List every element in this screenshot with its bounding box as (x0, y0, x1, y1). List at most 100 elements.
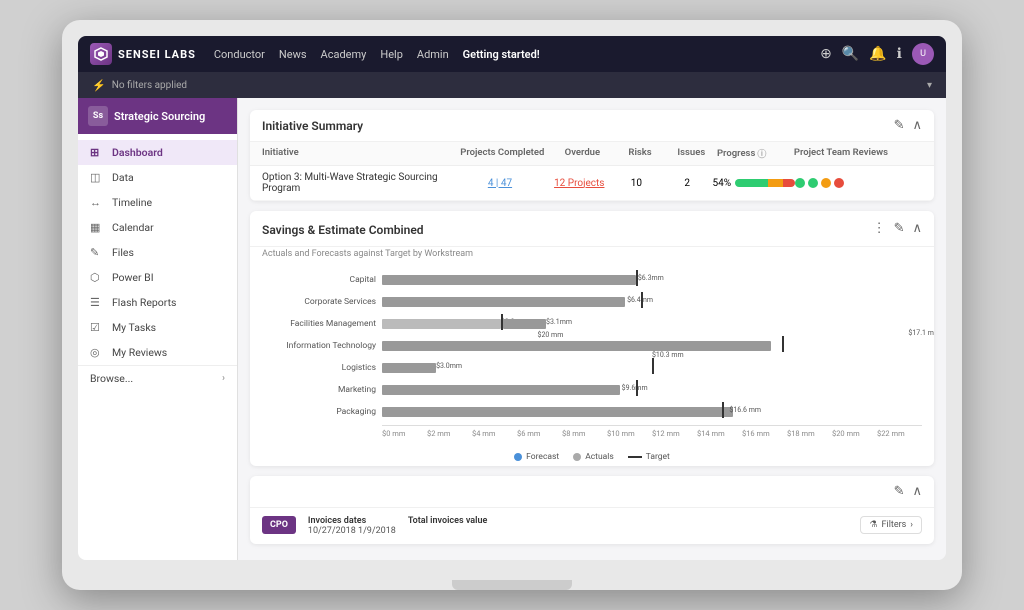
bar-label-marketing: $9.6mm (622, 384, 648, 392)
table-row: Option 3: Multi-Wave Strategic Sourcing … (250, 166, 934, 201)
user-avatar[interactable]: U (912, 43, 934, 65)
sidebar-item-my-reviews[interactable]: ◎ My Reviews (78, 340, 237, 365)
target-capital (636, 270, 638, 286)
sidebar-item-label: Data (112, 171, 134, 184)
logo-icon (90, 43, 112, 65)
initiative-summary-header: Initiative Summary ✎ ∧ (250, 110, 934, 142)
actuals-label: Actuals (585, 452, 614, 462)
logo-text: SENSEI LABS (118, 48, 196, 61)
chart-bars-facilities: $2.0mm $3.1mm (382, 317, 922, 331)
legend-target: Target (628, 452, 670, 462)
progress-red (783, 179, 795, 187)
bottom-card: ✎ ∧ CPO Invoices dates 10/27/2018 1/9/20… (250, 476, 934, 544)
nav-conductor[interactable]: Conductor (214, 48, 265, 61)
nav-getting-started[interactable]: Getting started! (463, 48, 540, 61)
filter-bar: ⚡ No filters applied ▾ (78, 72, 946, 98)
completed-link[interactable]: 4 | 47 (488, 178, 512, 189)
row-initiative: Option 3: Multi-Wave Strategic Sourcing … (262, 172, 452, 194)
table-header: Initiative Projects Completed Overdue Ri… (250, 142, 934, 166)
sidebar-nav: ⊞ Dashboard ◫ Data ↔ Timeline ▦ Calendar (78, 134, 237, 560)
th-risks: Risks (614, 147, 665, 160)
sidebar-item-powerbi[interactable]: ⬡ Power BI (78, 265, 237, 290)
x-tick-12: $12 mm (652, 429, 697, 438)
top-navigation: SENSEI LABS Conductor News Academy Help … (78, 36, 946, 72)
bottom-card-actions: ✎ ∧ (894, 484, 922, 499)
notification-icon[interactable]: 🔔 (869, 46, 886, 62)
overdue-link[interactable]: 12 Projects (554, 178, 604, 189)
sidebar-item-flash-reports[interactable]: ☰ Flash Reports (78, 290, 237, 315)
chart-label-facilities: Facilities Management (262, 319, 382, 329)
target-facilities (501, 314, 503, 330)
nav-admin[interactable]: Admin (417, 48, 449, 61)
nav-help[interactable]: Help (380, 48, 403, 61)
initiative-summary-card: Initiative Summary ✎ ∧ Initiative Projec… (250, 110, 934, 201)
nav-academy[interactable]: Academy (321, 48, 367, 61)
filters-chevron-icon: › (910, 520, 913, 530)
th-completed: Projects Completed (454, 147, 550, 160)
x-tick-18: $18 mm (787, 429, 832, 438)
edit-icon[interactable]: ✎ (894, 118, 905, 133)
sidebar-item-dashboard[interactable]: ⊞ Dashboard (78, 140, 237, 165)
sidebar-title: Strategic Sourcing (114, 110, 205, 123)
filter-text: No filters applied (112, 80, 187, 91)
chart-row-marketing: Marketing $9.6mm (262, 381, 922, 399)
data-icon: ◫ (90, 171, 104, 184)
review-dot-4 (834, 178, 844, 188)
search-icon[interactable]: 🔍 (842, 46, 859, 62)
calendar-icon: ▦ (90, 221, 104, 234)
chart-bars-packaging: $16.6 mm (382, 405, 922, 419)
sidebar-item-files[interactable]: ✎ Files (78, 240, 237, 265)
progress-info-icon[interactable]: ⓘ (757, 147, 766, 160)
powerbi-icon: ⬡ (90, 271, 104, 284)
sidebar-item-data[interactable]: ◫ Data (78, 165, 237, 190)
x-tick-4: $4 mm (472, 429, 517, 438)
logo[interactable]: SENSEI LABS (90, 43, 196, 65)
sidebar-item-label: Flash Reports (112, 296, 176, 309)
bar-facilities-1: $2.0mm (382, 319, 501, 329)
x-tick-16: $16 mm (742, 429, 787, 438)
edit-bottom-icon[interactable]: ✎ (894, 484, 905, 499)
row-completed: 4 | 47 (452, 178, 547, 189)
bottom-card-content: CPO Invoices dates 10/27/2018 1/9/2018 T… (250, 508, 934, 544)
collapse-icon[interactable]: ∧ (912, 118, 922, 133)
sidebar: Ss Strategic Sourcing ⊞ Dashboard ◫ Data… (78, 98, 238, 560)
x-tick-2: $2 mm (427, 429, 472, 438)
filter-chevron-icon[interactable]: ▾ (927, 80, 932, 91)
sidebar-item-label: My Reviews (112, 346, 167, 359)
savings-chart-title: Savings & Estimate Combined (262, 223, 424, 237)
bar-facilities-2: $3.1mm (503, 319, 546, 329)
bar-packaging: $16.6 mm (382, 407, 733, 417)
sidebar-item-timeline[interactable]: ↔ Timeline (78, 190, 237, 215)
chart-card-actions: ⋮ ✎ ∧ (873, 221, 922, 236)
collapse-chart-icon[interactable]: ∧ (912, 221, 922, 236)
chart-bars-capital: $6.3mm (382, 273, 922, 287)
label-it-right: $17.1 mm (908, 329, 934, 337)
sidebar-item-label: My Tasks (112, 321, 156, 334)
bar-it: $20 mm (382, 341, 771, 351)
timeline-icon: ↔ (90, 196, 104, 209)
bar-logistics: $3.0mm (382, 363, 436, 373)
sidebar-item-my-tasks[interactable]: ☑ My Tasks (78, 315, 237, 340)
add-icon[interactable]: ⊕ (820, 46, 832, 62)
x-tick-22: $22 mm (877, 429, 922, 438)
bar-label-capital: $6.3mm (638, 274, 664, 282)
invoice-col1-title: Invoices dates (308, 516, 396, 526)
filters-button[interactable]: ⚗ Filters › (860, 516, 922, 534)
chart-bars-logistics: $3.0mm $10.3 mm (382, 361, 922, 375)
collapse-bottom-icon[interactable]: ∧ (912, 484, 922, 499)
info-icon[interactable]: ℹ (897, 46, 902, 62)
invoice-col1-val: 10/27/2018 1/9/2018 (308, 526, 396, 536)
sidebar-item-calendar[interactable]: ▦ Calendar (78, 215, 237, 240)
sidebar-browse[interactable]: Browse... › (78, 365, 237, 391)
row-overdue: 12 Projects (548, 178, 611, 189)
more-options-icon[interactable]: ⋮ (873, 221, 886, 236)
th-progress: Progress ⓘ (717, 147, 794, 160)
edit-chart-icon[interactable]: ✎ (894, 221, 905, 236)
nav-news[interactable]: News (279, 48, 307, 61)
x-tick-6: $6 mm (517, 429, 562, 438)
target-logistics (652, 358, 654, 374)
target-label: Target (646, 452, 670, 462)
row-progress: 54% (713, 178, 796, 189)
row-risks: 10 (611, 178, 662, 189)
chart-row-logistics: Logistics $3.0mm $10.3 mm (262, 359, 922, 377)
